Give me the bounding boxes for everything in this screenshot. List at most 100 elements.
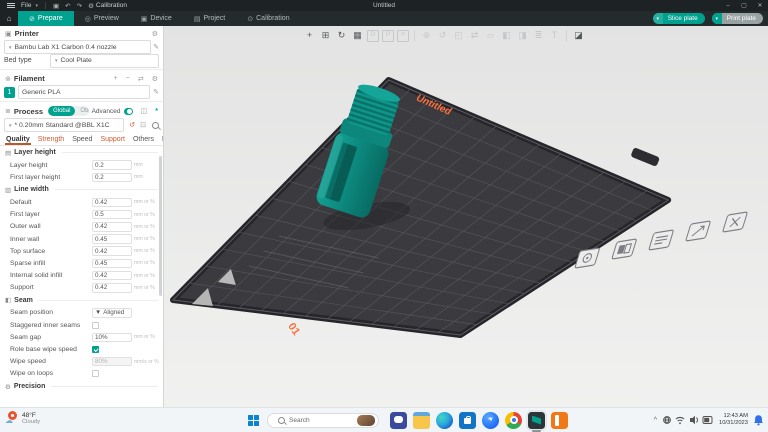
scale-icon: ◰ [452, 29, 465, 42]
minimize-button[interactable]: – [720, 0, 736, 11]
wipe-speed-input[interactable]: 80% [92, 357, 132, 367]
search-settings-icon[interactable] [152, 122, 159, 129]
section-header-line-width[interactable]: ▥Line width [0, 183, 163, 196]
search-highlight-thumbnail[interactable] [357, 415, 375, 426]
bed-type-select[interactable]: ▼ Cool Plate [50, 54, 159, 68]
edit-printer-icon[interactable]: ✎ [153, 43, 159, 51]
remove-filament-icon[interactable]: − [126, 75, 130, 82]
section-header-seam[interactable]: ◧Seam [0, 294, 163, 307]
store-taskbar-icon[interactable] [459, 412, 476, 429]
setting-row-layer-height: Layer height0.2mm [0, 159, 163, 171]
start-button[interactable] [248, 415, 259, 426]
undo-button[interactable]: ↶ [62, 0, 73, 11]
taskbar-apps [387, 412, 571, 429]
scene-canvas[interactable]: Untitled 01 [164, 26, 768, 408]
filament-slot-badge[interactable]: 1 [4, 87, 15, 98]
taskbar-search-input[interactable]: Search [267, 413, 379, 428]
role-base-wipe-speed-checkbox[interactable] [92, 346, 99, 353]
edge-taskbar-icon[interactable] [436, 412, 453, 429]
compare-presets-icon[interactable]: ◫ [141, 107, 148, 115]
redo-button[interactable]: ↷ [74, 0, 85, 11]
add-icon[interactable]: + [303, 29, 316, 42]
section-header-precision[interactable]: ⚙Precision [0, 380, 163, 393]
outer-wall-input[interactable]: 0.42 [92, 222, 132, 232]
auto-orient-icon[interactable]: ↻ [335, 29, 348, 42]
arrange-plate-icon[interactable] [686, 221, 711, 241]
file-menu[interactable]: File ▾ [0, 0, 41, 11]
tab-project[interactable]: ▤Project [183, 11, 236, 26]
filament-preset-select[interactable]: Generic PLA [18, 85, 150, 99]
print-dropdown-icon[interactable]: ▾ [712, 13, 722, 24]
calibration-menu[interactable]: ⚙ Calibration [85, 0, 130, 11]
divider [51, 386, 158, 387]
seam-position-select[interactable]: ▼Aligned [92, 308, 132, 318]
add-filament-icon[interactable]: + [114, 75, 118, 82]
chat-taskbar-icon[interactable] [390, 412, 407, 429]
3d-viewport[interactable]: +⊞↻▦DP≡⊕↺◰⇄▱◧◨≣T◪ Untitled 01 [164, 26, 768, 408]
add-plate-icon[interactable]: ⊞ [319, 29, 332, 42]
scope-global[interactable]: Global [48, 106, 75, 116]
slice-dropdown-icon[interactable]: ▾ [653, 13, 663, 24]
reset-preset-icon[interactable]: ↺ [129, 122, 135, 129]
layer-height-input[interactable]: 0.2 [92, 160, 132, 170]
process-tab-quality[interactable]: Quality [2, 136, 34, 145]
printer-settings-gear-icon[interactable]: ⚙ [152, 30, 158, 38]
expert-mode-icon[interactable]: * [155, 108, 158, 115]
flush-volumes-icon[interactable]: ⇄ [138, 75, 144, 83]
chrome-taskbar-icon[interactable] [505, 412, 522, 429]
filament-settings-gear-icon[interactable]: ⚙ [152, 75, 158, 83]
plate-name-icon[interactable] [649, 230, 674, 250]
tray-overflow-chevron-icon[interactable]: ^ [654, 417, 657, 424]
wipe-on-loops-checkbox[interactable] [92, 370, 99, 377]
scope-objects[interactable]: Objects [75, 106, 88, 116]
first-layer-input[interactable]: 0.5 [92, 210, 132, 220]
print-plate-button[interactable]: ▾ Print plate [712, 13, 763, 24]
process-tab-strength[interactable]: Strength [34, 136, 68, 145]
staggered-inner-seams-checkbox[interactable] [92, 322, 99, 329]
sidebar-scrollbar[interactable] [159, 156, 162, 296]
process-tab-speed[interactable]: Speed [68, 136, 96, 145]
sparse-infill-input[interactable]: 0.45 [92, 259, 132, 269]
internal-solid-infill-input[interactable]: 0.42 [92, 271, 132, 281]
assembly-view-icon[interactable]: ◪ [572, 29, 585, 42]
plate-settings-icon[interactable] [612, 239, 637, 259]
save-button[interactable]: ▣ [50, 0, 62, 11]
process-preset-select[interactable]: ▼ * 0.20mm Standard @BBL X1C [4, 118, 124, 132]
tab-calibration[interactable]: ⊙Calibration [236, 11, 300, 26]
edit-filament-icon[interactable]: ✎ [153, 88, 159, 96]
tab-prepare[interactable]: ⊘Prepare [18, 11, 74, 26]
advanced-toggle[interactable] [124, 108, 133, 115]
tab-preview[interactable]: ◎Preview [74, 11, 130, 26]
orca-slicer-taskbar-icon[interactable] [551, 412, 568, 429]
weather-condition: Cloudy [22, 419, 40, 425]
bambu-studio-taskbar-icon[interactable] [528, 412, 545, 429]
build-plate[interactable] [173, 80, 668, 335]
close-button[interactable]: ✕ [752, 0, 768, 11]
process-tab-others[interactable]: Others [129, 136, 158, 145]
process-tab-support[interactable]: Support [96, 136, 129, 145]
delete-plate-icon[interactable] [723, 212, 748, 232]
divider [414, 30, 415, 41]
section-header-layer-height[interactable]: ▤Layer height [0, 146, 163, 159]
tray-status-icons[interactable] [662, 413, 714, 427]
save-preset-icon[interactable]: ⊡ [140, 122, 146, 129]
global-objects-toggle[interactable]: GlobalObjects [48, 106, 89, 116]
slice-plate-button[interactable]: ▾ Slice plate [653, 13, 705, 24]
support-input[interactable]: 0.42 [92, 283, 132, 293]
home-button[interactable]: ⌂ [0, 11, 18, 26]
tab-device[interactable]: ▣Device [130, 11, 183, 26]
weather-widget[interactable]: ☁ 48°F Cloudy [5, 411, 40, 425]
default-input[interactable]: 0.42 [92, 198, 132, 208]
seam-gap-input[interactable]: 10% [92, 333, 132, 343]
process-tab-notes[interactable]: Notes [158, 136, 164, 145]
printer-preset-select[interactable]: ▼ Bambu Lab X1 Carbon 0.4 nozzle [4, 40, 151, 54]
maximize-button[interactable]: ▢ [736, 0, 752, 11]
inner-wall-input[interactable]: 0.45 [92, 234, 132, 244]
messenger-taskbar-icon[interactable] [482, 412, 499, 429]
file-explorer-taskbar-icon[interactable] [413, 412, 430, 429]
arrange-icon[interactable]: ▦ [351, 29, 364, 42]
notification-bell-icon[interactable] [753, 414, 764, 426]
clock[interactable]: 12:43 AM 10/31/2023 [719, 413, 748, 427]
first-layer-height-input[interactable]: 0.2 [92, 173, 132, 183]
top-surface-input[interactable]: 0.42 [92, 246, 132, 256]
